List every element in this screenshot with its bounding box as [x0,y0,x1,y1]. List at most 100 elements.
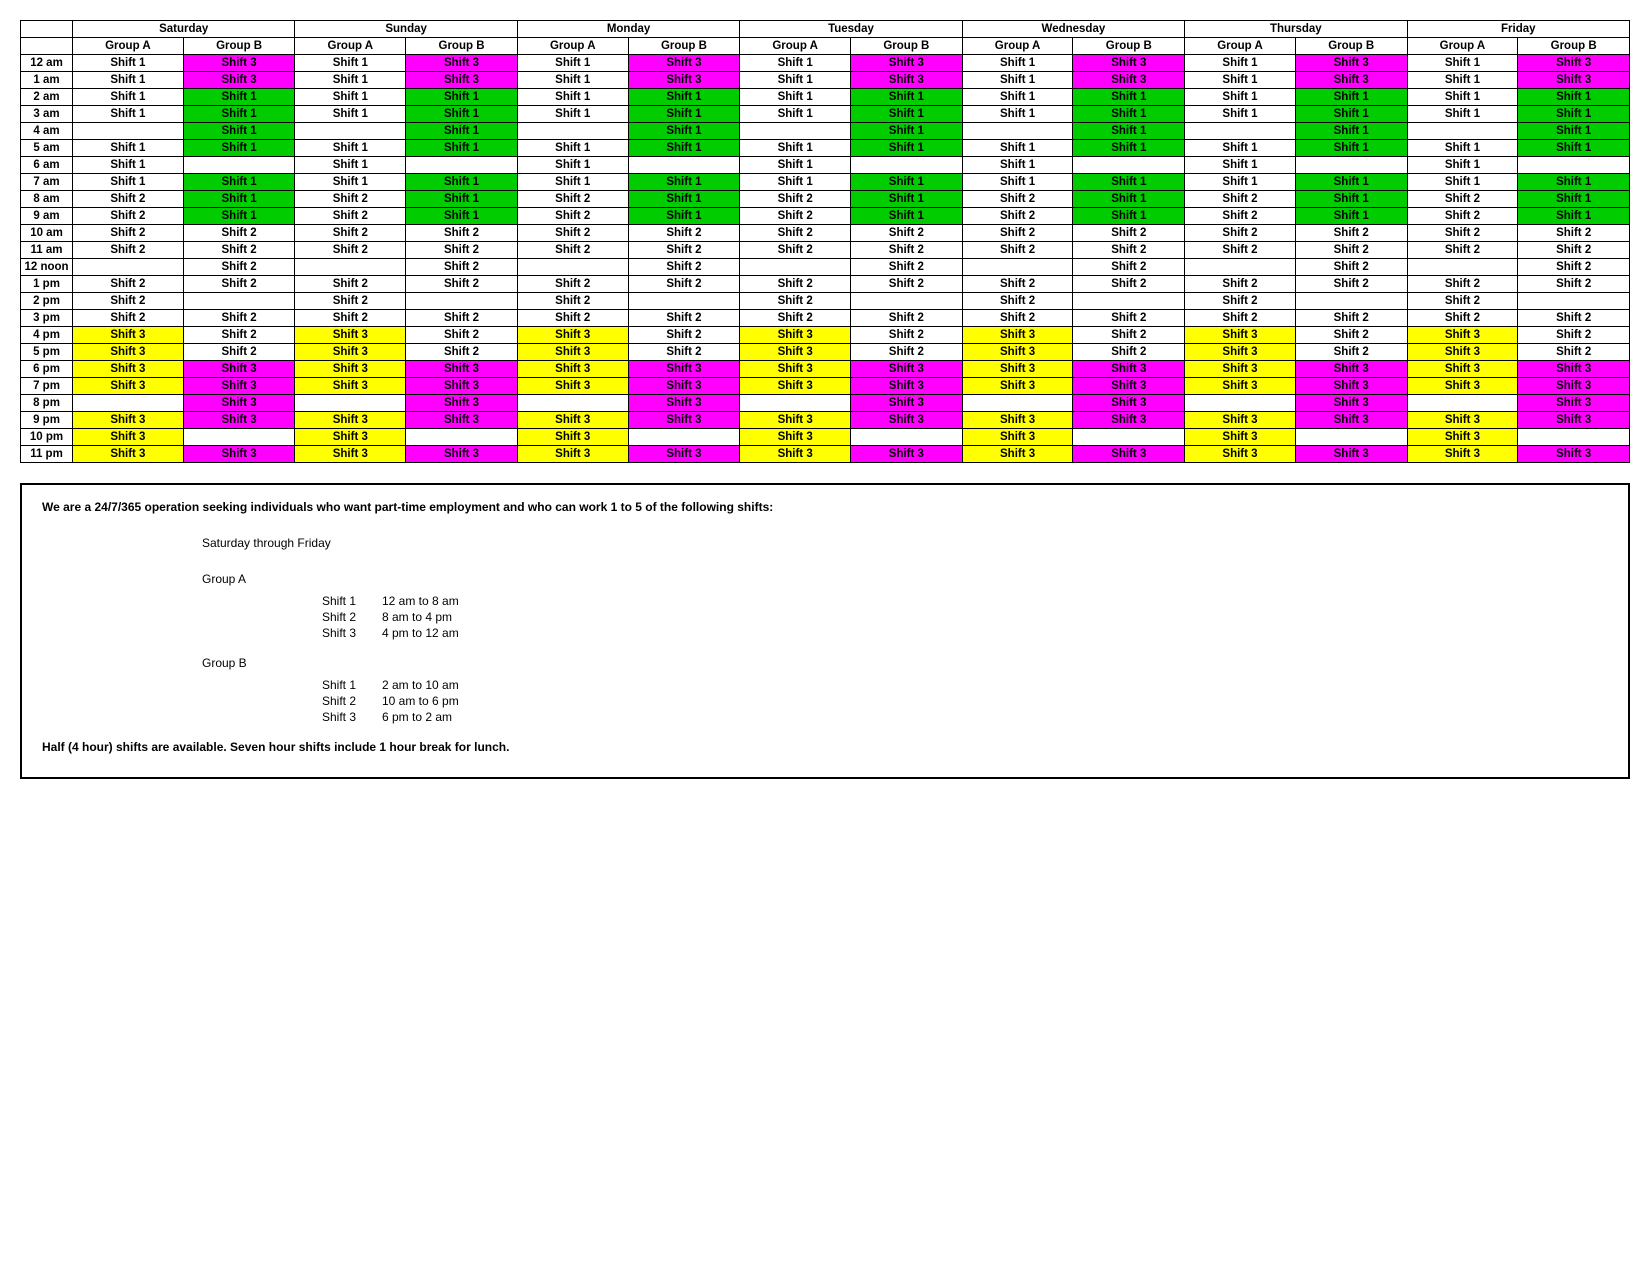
sun-ga-9am: Shift 2 [295,208,406,225]
wed-gb-4pm: Shift 2 [1073,327,1185,344]
time-10pm: 10 pm [21,429,73,446]
time-4am: 4 am [21,123,73,140]
fri-ga-10am: Shift 2 [1407,225,1518,242]
sat-gb-5am: Shift 1 [183,140,295,157]
fri-gb-1am: Shift 3 [1518,72,1630,89]
fri-gb-4am: Shift 1 [1518,123,1630,140]
wed-ga-6am: Shift 1 [962,157,1073,174]
thu-ga-2pm: Shift 2 [1185,293,1296,310]
fri-gb-3pm: Shift 2 [1518,310,1630,327]
mon-ga-7pm: Shift 3 [517,378,628,395]
thu-ga-12am: Shift 1 [1185,55,1296,72]
sat-gb-1pm: Shift 2 [183,276,295,293]
sat-ga-2pm: Shift 2 [73,293,184,310]
tue-gb-4pm: Shift 2 [851,327,963,344]
info-groupb-s2-label: Shift 2 [322,694,382,708]
wed-ga-9am: Shift 2 [962,208,1073,225]
fri-ga-1am: Shift 1 [1407,72,1518,89]
sun-gb-6am [406,157,518,174]
sun-gb: Group B [406,38,518,55]
sun-gb-3am: Shift 1 [406,106,518,123]
fri-gb-10am: Shift 2 [1518,225,1630,242]
mon-ga-10pm: Shift 3 [517,429,628,446]
tue-gb-10pm [851,429,963,446]
time-6am: 6 am [21,157,73,174]
sat-gb: Group B [183,38,295,55]
thu-gb-3pm: Shift 2 [1295,310,1407,327]
mon-ga-12noon [517,259,628,276]
sat-ga-11am: Shift 2 [73,242,184,259]
tue-ga-5am: Shift 1 [740,140,851,157]
mon-gb-12am: Shift 3 [628,55,740,72]
sun-ga-9pm: Shift 3 [295,412,406,429]
fri-ga-4pm: Shift 3 [1407,327,1518,344]
tue-gb-9pm: Shift 3 [851,412,963,429]
sat-gb-7am: Shift 1 [183,174,295,191]
row-10pm: 10 pm Shift 3 Shift 3 Shift 3 Shift 3 Sh… [21,429,1630,446]
mon-ga-4am [517,123,628,140]
thu-gb-11pm: Shift 3 [1295,446,1407,463]
fri-ga-1pm: Shift 2 [1407,276,1518,293]
wed-gb-3am: Shift 1 [1073,106,1185,123]
wed-gb-1am: Shift 3 [1073,72,1185,89]
fri-gb-12noon: Shift 2 [1518,259,1630,276]
sat-gb-5pm: Shift 2 [183,344,295,361]
thu-gb-6pm: Shift 3 [1295,361,1407,378]
wed-ga-8pm [962,395,1073,412]
sat-ga-5am: Shift 1 [73,140,184,157]
thu-gb-9pm: Shift 3 [1295,412,1407,429]
info-groupa-s2-time: 8 am to 4 pm [382,610,452,624]
wed-ga-2am: Shift 1 [962,89,1073,106]
thu-gb-8pm: Shift 3 [1295,395,1407,412]
thu-gb-7pm: Shift 3 [1295,378,1407,395]
sat-ga-3pm: Shift 2 [73,310,184,327]
sun-ga-11pm: Shift 3 [295,446,406,463]
info-groupa-s3-time: 4 pm to 12 am [382,626,459,640]
thu-gb-4am: Shift 1 [1295,123,1407,140]
row-5am: 5 am Shift 1 Shift 1 Shift 1 Shift 1 Shi… [21,140,1630,157]
wed-ga-4pm: Shift 3 [962,327,1073,344]
info-groupb-s2-time: 10 am to 6 pm [382,694,459,708]
row-2am: 2 am Shift 1 Shift 1 Shift 1 Shift 1 Shi… [21,89,1630,106]
sun-ga-1pm: Shift 2 [295,276,406,293]
row-3pm: 3 pm Shift 2 Shift 2 Shift 2 Shift 2 Shi… [21,310,1630,327]
mon-gb-6pm: Shift 3 [628,361,740,378]
info-groupb-s1-label: Shift 1 [322,678,382,692]
fri-gb-11pm: Shift 3 [1518,446,1630,463]
tue-gb-2pm [851,293,963,310]
sat-ga-11pm: Shift 3 [73,446,184,463]
thursday-header: Thursday [1185,21,1407,38]
tue-ga-7pm: Shift 3 [740,378,851,395]
time-6pm: 6 pm [21,361,73,378]
sun-gb-2pm [406,293,518,310]
info-groupb-shifts: Shift 1 2 am to 10 am Shift 2 10 am to 6… [42,678,1608,724]
sat-gb-6pm: Shift 3 [183,361,295,378]
fri-ga-9am: Shift 2 [1407,208,1518,225]
time-10am: 10 am [21,225,73,242]
sun-ga-5pm: Shift 3 [295,344,406,361]
sat-gb-3pm: Shift 2 [183,310,295,327]
sat-ga-5pm: Shift 3 [73,344,184,361]
tue-ga-12am: Shift 1 [740,55,851,72]
tue-ga-4pm: Shift 3 [740,327,851,344]
mon-ga-5pm: Shift 3 [517,344,628,361]
tue-ga-10pm: Shift 3 [740,429,851,446]
tue-ga-6am: Shift 1 [740,157,851,174]
mon-ga-1pm: Shift 2 [517,276,628,293]
sat-ga-3am: Shift 1 [73,106,184,123]
wed-gb-5pm: Shift 2 [1073,344,1185,361]
mon-gb-5pm: Shift 2 [628,344,740,361]
mon-ga-11pm: Shift 3 [517,446,628,463]
sat-ga-4pm: Shift 3 [73,327,184,344]
row-6am: 6 am Shift 1 Shift 1 Shift 1 Shift 1 Shi… [21,157,1630,174]
thu-ga-9pm: Shift 3 [1185,412,1296,429]
info-groupb-s3-label: Shift 3 [322,710,382,724]
mon-ga-6pm: Shift 3 [517,361,628,378]
info-groupa-s1-label: Shift 1 [322,594,382,608]
tue-gb: Group B [851,38,963,55]
mon-ga-6am: Shift 1 [517,157,628,174]
mon-gb-10pm [628,429,740,446]
mon-ga-5am: Shift 1 [517,140,628,157]
wed-ga-8am: Shift 2 [962,191,1073,208]
row-11am: 11 am Shift 2 Shift 2 Shift 2 Shift 2 Sh… [21,242,1630,259]
